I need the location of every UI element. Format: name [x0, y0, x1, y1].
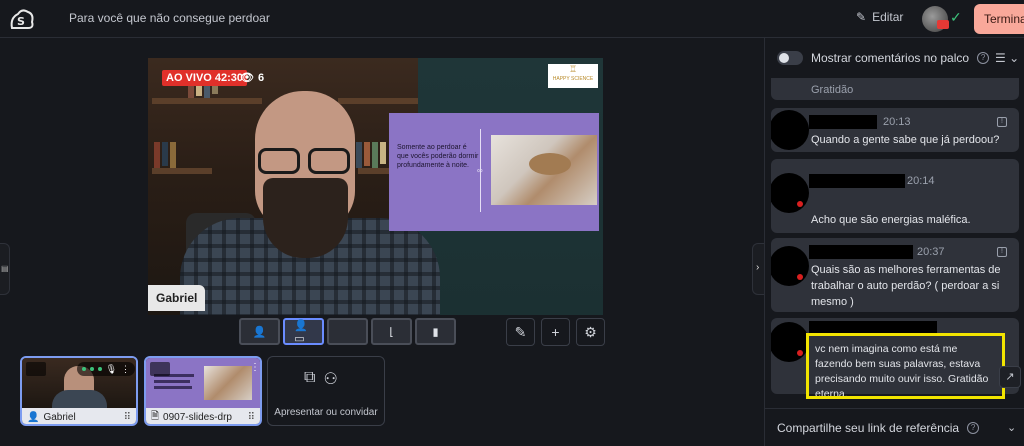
comment-time: 20:14 [907, 175, 935, 187]
tile-controls[interactable]: 🎙 ⋮ [77, 362, 135, 376]
viewer-count: 👁 6 [240, 71, 265, 85]
comment-item[interactable]: Gratidão [771, 78, 1019, 100]
comment-text: Quando a gente sabe que já perdoou? [811, 134, 1000, 146]
slide-overlay: Somente ao perdoar é que vocês poderão d… [389, 113, 599, 231]
stage-tools: ✎ + ⚙ [506, 318, 605, 346]
help-icon[interactable]: ? [967, 421, 980, 434]
comment-text: Quais são as melhores ferramentas de tra… [811, 264, 1001, 308]
drag-handle-icon[interactable]: ⠿ [124, 412, 131, 423]
comment-item[interactable]: 20:37 ! Quais são as melhores ferramenta… [771, 238, 1019, 312]
page-title: Para você que não consegue perdoar [69, 11, 270, 25]
more-icon[interactable]: ⋮ [121, 364, 130, 375]
invite-label: Apresentar ou convidar [274, 407, 378, 418]
brand-logo: ♖ HAPPY SCIENCE [548, 64, 598, 88]
help-icon[interactable]: ? [977, 52, 990, 64]
external-link-icon[interactable]: ↗ [999, 366, 1021, 388]
layout-pip-button[interactable]: ⌊ [371, 318, 412, 345]
file-icon: 🗎 [151, 410, 160, 422]
left-panel-handle[interactable]: ▤ [0, 243, 10, 295]
tile-name: Gabriel [43, 411, 76, 423]
person-icon: 👤 [252, 326, 267, 338]
presenter-beard [263, 178, 348, 258]
layout-selector: 👤 👤▭ ⌊ ▮ [239, 318, 456, 345]
collapse-panel-button[interactable]: › [752, 243, 764, 295]
chevron-down-icon[interactable]: ⌄ [1007, 421, 1016, 434]
pencil-icon[interactable]: ✎ [506, 318, 535, 346]
add-icon[interactable]: + [541, 318, 570, 346]
broadcast-stage: AO VIVO 42:30 👁 6 ♖ HAPPY SCIENCE Soment… [148, 58, 603, 315]
drag-handle-icon[interactable]: ⠿ [248, 412, 255, 423]
viewer-count-value: 6 [257, 71, 265, 84]
present-or-invite-button[interactable]: ⧉ ⚇ Apresentar ou convidar [267, 356, 385, 426]
tile-name: 0907-slides-drp [163, 411, 232, 423]
report-icon[interactable]: ! [997, 247, 1007, 257]
person-icon: 👤 [27, 411, 40, 423]
live-timer-badge: AO VIVO 42:30 [162, 70, 248, 86]
split-icon: ▮ [432, 326, 439, 338]
slide-text: Somente ao perdoar é que vocês poderão d… [397, 144, 479, 170]
more-icon[interactable]: ⋮ [250, 362, 260, 373]
layout-screen-button[interactable] [327, 318, 368, 345]
comments-panel: Mostrar comentários no palco ? ☰ ⌄ Grati… [764, 38, 1024, 446]
slides-tile[interactable]: ⋮ 🗎 0907-slides-drp ⠿ [144, 356, 262, 426]
person-screen-icon: 👤▭ [294, 319, 308, 345]
end-stream-button[interactable]: Terminar [974, 4, 1024, 34]
layout-side-button[interactable]: 👤▭ [283, 318, 324, 345]
edit-label: Editar [872, 10, 904, 24]
comment-item[interactable]: 20:13 ! Quando a gente sabe que já perdo… [771, 108, 1019, 152]
check-icon: ✓ [950, 9, 962, 25]
avatar [771, 110, 809, 150]
layout-solo-button[interactable]: 👤 [239, 318, 280, 345]
edit-button[interactable]: ✎ Editar [856, 10, 903, 24]
comment-time: 20:37 [917, 246, 945, 258]
referral-label: Compartilhe seu link de referência [777, 420, 960, 435]
comment-text: Gratidão [811, 84, 854, 96]
comment-time: 20:13 [883, 116, 911, 128]
comment-text: Acho que são energias maléfica. [811, 214, 971, 226]
panel-header-label: Mostrar comentários no palco [811, 51, 970, 65]
avatar [771, 246, 809, 286]
mic-icon[interactable]: 🎙 [106, 364, 117, 375]
app-logo-icon[interactable]: S [8, 6, 36, 32]
layout-split-button[interactable]: ▮ [415, 318, 456, 345]
comment-item[interactable]: 20:14 Acho que são energias maléfica. [771, 159, 1019, 233]
highlight-box [806, 333, 1005, 399]
report-icon[interactable]: ! [997, 117, 1007, 127]
screen-share-icon [150, 362, 170, 376]
referral-link-section[interactable]: Compartilhe seu link de referência ? ⌄ [765, 408, 1024, 446]
avatar [771, 322, 809, 362]
filter-icon[interactable]: ☰ ⌄ [995, 51, 1019, 65]
settings-icon[interactable]: ⚙ [576, 318, 605, 346]
show-comments-toggle[interactable] [777, 51, 803, 65]
pip-icon: ⌊ [389, 326, 394, 338]
presenter-name-tag: Gabriel [148, 285, 206, 311]
eye-icon: 👁 [240, 72, 254, 84]
panel-header: Mostrar comentários no palco ? ☰ ⌄ [765, 38, 1024, 78]
camera-tile-gabriel[interactable]: 🎙 ⋮ 👤 Gabriel ⠿ [20, 356, 138, 426]
comments-feed: Gratidão 20:13 ! Quando a gente sabe que… [771, 78, 1024, 410]
screen-share-icon: ⧉ [304, 369, 316, 386]
svg-text:S: S [17, 15, 25, 28]
add-person-icon: ⚇ [323, 371, 338, 388]
link-icon: ∞ [477, 166, 483, 175]
youtube-icon [937, 20, 949, 29]
cat-image [529, 153, 571, 175]
commenter-name [809, 174, 905, 188]
avatar [771, 173, 809, 213]
commenter-name [809, 115, 877, 129]
pencil-icon: ✎ [856, 10, 867, 24]
commenter-name [809, 245, 913, 259]
camera-tile-person-icon [26, 362, 46, 376]
top-bar: S Para você que não consegue perdoar ✎ E… [0, 0, 1024, 38]
glasses [256, 148, 352, 174]
